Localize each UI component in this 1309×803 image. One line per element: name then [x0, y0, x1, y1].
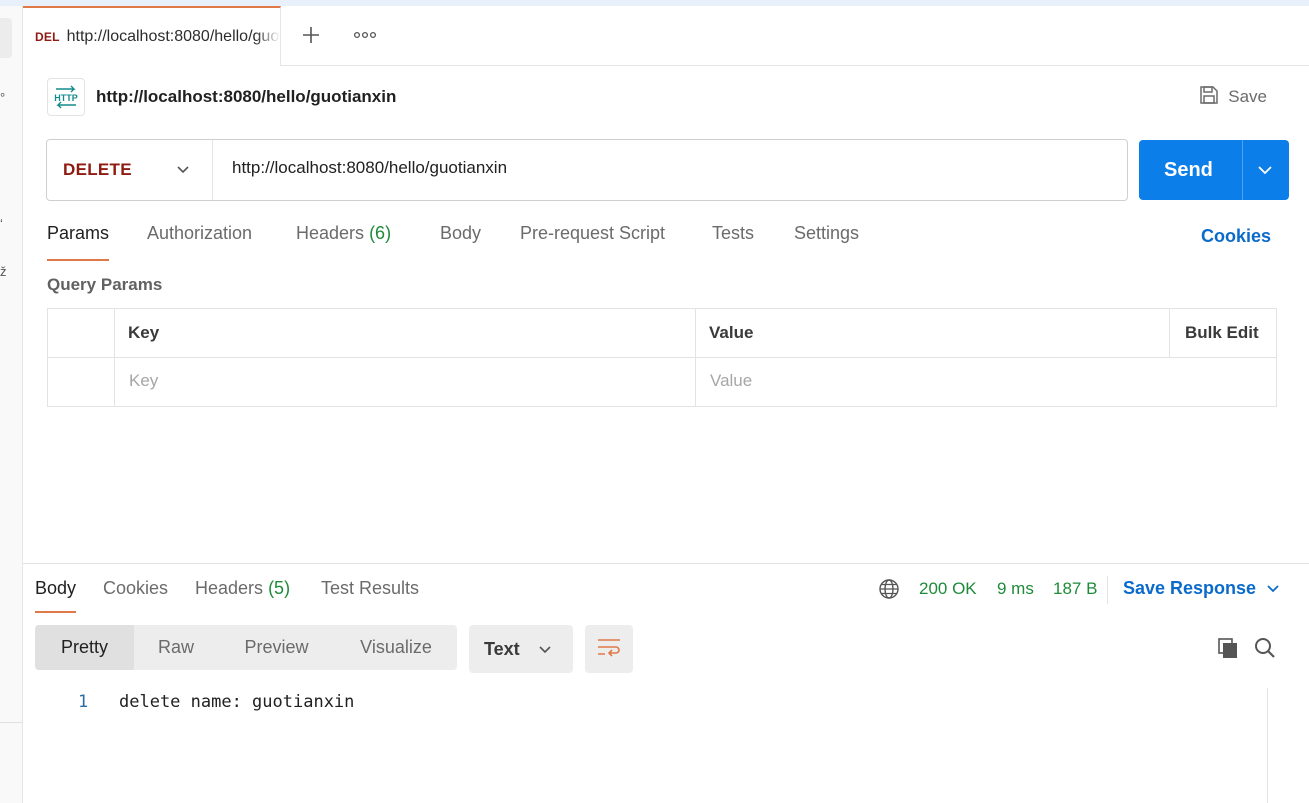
save-icon — [1198, 84, 1220, 111]
tab-bar: DEL http://localhost:8080/hello/guotianx… — [23, 6, 1309, 66]
send-button[interactable]: Send — [1139, 140, 1289, 200]
tab-body[interactable]: Body — [440, 223, 481, 261]
response-tab-headers[interactable]: Headers (5) — [195, 578, 290, 613]
chevron-down-icon — [1266, 578, 1280, 599]
http-icon: HTTP — [47, 78, 85, 116]
response-tab-cookies[interactable]: Cookies — [103, 578, 168, 613]
save-response-button[interactable]: Save Response — [1123, 578, 1280, 599]
query-params-title: Query Params — [47, 275, 163, 294]
column-header-key: Key — [128, 323, 160, 342]
tab-authorization[interactable]: Authorization — [147, 223, 252, 261]
search-icon[interactable] — [1253, 636, 1277, 665]
response-time[interactable]: 9 ms — [997, 579, 1034, 599]
wrap-lines-icon — [597, 637, 621, 662]
response-headers-count: (5) — [268, 578, 291, 598]
method-select[interactable]: DELETE — [47, 140, 213, 200]
response-divider[interactable] — [23, 563, 1309, 564]
headers-count: (6) — [369, 223, 392, 243]
response-tab-body[interactable]: Body — [35, 578, 77, 613]
sidebar-scroll-mark — [0, 18, 12, 58]
sidebar-divider — [0, 722, 23, 723]
tab-prerequest-script[interactable]: Pre-request Script — [520, 223, 665, 261]
response-size[interactable]: 187 B — [1053, 579, 1097, 599]
format-select[interactable]: Text — [469, 625, 573, 673]
cookies-link[interactable]: Cookies — [1201, 226, 1271, 247]
method-label: DELETE — [63, 160, 132, 179]
sidebar-fragment: ‘ — [0, 216, 3, 231]
tab-headers[interactable]: Headers (6) — [296, 223, 391, 261]
format-label: Text — [484, 639, 520, 659]
chevron-down-icon[interactable] — [1257, 163, 1273, 181]
bulk-edit-button[interactable]: Bulk Edit — [1185, 323, 1259, 343]
send-label: Send — [1164, 159, 1213, 181]
query-params-table: Key Value Bulk Edit Key Value — [47, 308, 1277, 407]
save-button[interactable]: Save — [1198, 82, 1267, 112]
view-visualize[interactable]: Visualize — [335, 625, 457, 670]
save-label: Save — [1228, 87, 1267, 106]
chevron-down-icon — [538, 642, 552, 660]
wrap-lines-button[interactable] — [585, 625, 633, 673]
scrollbar[interactable] — [1267, 688, 1309, 803]
status-code[interactable]: 200 OK — [919, 579, 977, 599]
sidebar-fragment: ž — [0, 264, 7, 279]
chevron-down-icon — [176, 162, 190, 180]
tab-method: DEL — [35, 30, 60, 44]
request-title: http://localhost:8080/hello/guotianxin — [96, 87, 397, 106]
column-header-value: Value — [709, 323, 754, 342]
response-body-line[interactable]: delete name: guotianxin — [119, 692, 354, 712]
line-number: 1 — [78, 692, 89, 712]
copy-icon[interactable] — [1216, 636, 1240, 665]
tab-url: http://localhost:8080/hello/guotianxin — [66, 28, 280, 45]
sidebar-fragment: ° — [0, 90, 6, 105]
svg-text:HTTP: HTTP — [54, 93, 78, 103]
request-tab[interactable]: DEL http://localhost:8080/hello/guotianx… — [23, 6, 281, 66]
key-input[interactable]: Key — [129, 371, 158, 391]
response-tab-test-results[interactable]: Test Results — [321, 578, 419, 613]
view-preview[interactable]: Preview — [218, 625, 335, 670]
request-header: HTTP http://localhost:8080/hello/guotian… — [47, 78, 1287, 116]
left-sidebar: ° ‘ ž — [0, 6, 23, 803]
plus-icon[interactable] — [296, 20, 326, 50]
tab-params[interactable]: Params — [47, 223, 110, 261]
view-raw[interactable]: Raw — [134, 625, 218, 670]
url-input[interactable]: http://localhost:8080/hello/guotianxin — [232, 158, 1112, 178]
tab-settings[interactable]: Settings — [794, 223, 859, 261]
tab-tests[interactable]: Tests — [712, 223, 754, 261]
globe-icon[interactable] — [878, 578, 900, 605]
more-icon[interactable] — [350, 20, 380, 50]
view-mode-group: Pretty Raw Preview Visualize — [35, 625, 457, 670]
value-input[interactable]: Value — [710, 371, 752, 391]
url-bar: DELETE http://localhost:8080/hello/guoti… — [46, 139, 1128, 201]
view-pretty[interactable]: Pretty — [35, 625, 134, 670]
